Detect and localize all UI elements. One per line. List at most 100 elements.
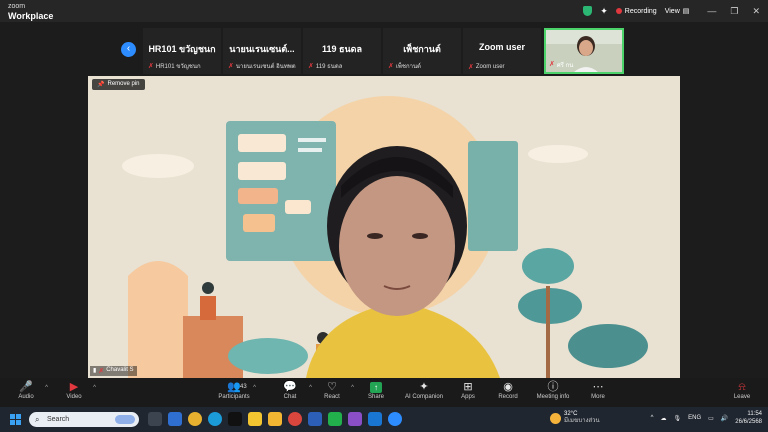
- clock-date: 26/6/2568: [735, 419, 762, 425]
- react-button[interactable]: ♡ React ^: [308, 380, 356, 400]
- participant-caption: Zoom user: [475, 64, 505, 70]
- recording-dot-icon: [615, 8, 622, 14]
- close-button[interactable]: ✕: [752, 6, 760, 17]
- leave-button[interactable]: ⍾ Leave: [718, 380, 766, 400]
- video-label: Video: [66, 394, 82, 400]
- meeting-toolbar: 🎤 Audio ^ ▶ Video ^ 👥 43 Participants ^ 💬 Chat ^ …: [0, 378, 768, 407]
- participant-display-name: นายนเรนเซนต์...: [229, 44, 295, 54]
- weather-temp: 32°C: [564, 411, 578, 417]
- app-blue-icon[interactable]: [368, 412, 382, 426]
- security-shield-icon[interactable]: [583, 6, 593, 16]
- record-label: Record: [498, 394, 518, 400]
- chevron-up-icon[interactable]: ^: [253, 385, 256, 391]
- apps-label: Apps: [461, 394, 475, 400]
- zoom-taskbar-icon[interactable]: [388, 412, 402, 426]
- audio-label: Audio: [18, 394, 34, 400]
- word-icon[interactable]: [308, 412, 322, 426]
- ai-sparkle-icon[interactable]: ✦: [600, 6, 608, 17]
- remove-pin-label: Remove pin: [107, 81, 140, 87]
- display-icon[interactable]: ▭: [708, 415, 714, 422]
- windows-taskbar: ⌕ Search 32°C มีเมฆบางส่วน ^ ☁ 🎙 ENG ▭ 🔊…: [0, 407, 768, 432]
- chevron-up-icon[interactable]: ^: [45, 385, 48, 391]
- mic-muted-icon: ✗: [98, 368, 105, 375]
- pin-icon: 📌: [97, 82, 105, 88]
- record-button[interactable]: ◉ Record: [484, 380, 532, 400]
- self-video-tile[interactable]: ✗ ศรี กน: [544, 28, 624, 74]
- mic-muted-icon: ✗: [468, 64, 474, 71]
- file-explorer-icon[interactable]: [268, 412, 282, 426]
- share-button[interactable]: ↑ Share: [352, 380, 400, 400]
- chrome-icon[interactable]: [188, 412, 202, 426]
- speaker-name-tag: ▮ ✗ Chavalit S: [90, 366, 137, 376]
- video-button[interactable]: ▶ Video ^: [50, 380, 98, 400]
- view-button[interactable]: View ▤: [664, 7, 690, 16]
- taskbar-search-box[interactable]: ⌕ Search: [29, 412, 139, 427]
- tiktok-icon[interactable]: [228, 412, 242, 426]
- participant-caption: HR101 ขวัญชนก: [155, 64, 201, 70]
- participant-display-name: HR101 ขวัญชนก: [148, 44, 216, 54]
- line-icon[interactable]: [328, 412, 342, 426]
- participant-tile[interactable]: เพ็ชกานต์ ✗ เพ็ชกานต์: [383, 28, 461, 74]
- partly-cloudy-icon: [550, 412, 561, 424]
- chevron-left-icon: ‹: [126, 43, 131, 54]
- mic-muted-icon: ✗: [388, 63, 394, 70]
- shared-background-illustration: [88, 76, 680, 378]
- view-label: View: [664, 7, 680, 15]
- participant-display-name: เพ็ชกานต์: [403, 44, 441, 54]
- recording-indicator[interactable]: Recording: [615, 7, 657, 15]
- leave-label: Leave: [733, 394, 751, 400]
- chat-button[interactable]: 💬 Chat ^: [266, 380, 314, 400]
- more-button[interactable]: ⋯ More: [574, 380, 622, 400]
- tray-overflow-icon[interactable]: ^: [651, 415, 654, 421]
- weather-widget[interactable]: 32°C มีเมฆบางส่วน: [550, 411, 600, 425]
- system-tray: ^ ☁ 🎙 ENG ▭ 🔊 11:54 26/6/2568: [651, 410, 762, 426]
- participant-caption: เพ็ชกานต์: [395, 64, 421, 70]
- ai-companion-button[interactable]: ✦ AI Companion: [398, 380, 450, 400]
- edge-icon[interactable]: [208, 412, 222, 426]
- mic-tray-icon[interactable]: 🎙: [674, 415, 682, 422]
- meeting-info-button[interactable]: ⓘ Meeting info: [528, 380, 578, 400]
- chat-icon: 💬: [283, 381, 297, 393]
- mic-muted-icon: ✗: [148, 63, 154, 70]
- taskbar-apps: [148, 412, 402, 426]
- main-video[interactable]: 📌 Remove pin ▮ ✗ Chavalit S: [88, 76, 680, 378]
- cloud-icon[interactable]: ☁: [661, 415, 667, 422]
- mic-off-icon: 🎤: [19, 381, 33, 393]
- participant-tile[interactable]: Zoom user ✗ Zoom user: [463, 28, 541, 74]
- participant-tile[interactable]: 119 ธนดล ✗ 119 ธนดล: [303, 28, 381, 74]
- title-bar: zoom Workplace ✦ Recording View ▤ — ❐ ✕: [0, 0, 768, 22]
- mic-muted-icon: ✗: [228, 63, 234, 70]
- mic-muted-icon: ✗: [308, 63, 314, 70]
- brand-bottom: Workplace: [8, 11, 54, 21]
- speaker-name: Chavalit S: [106, 367, 134, 373]
- remove-pin-button[interactable]: 📌 Remove pin: [92, 79, 145, 90]
- sticky-notes-icon[interactable]: [248, 412, 262, 426]
- more-dots-icon: ⋯: [592, 381, 604, 393]
- participants-button[interactable]: 👥 43 Participants ^: [210, 380, 258, 400]
- volume-icon[interactable]: 🔊: [721, 415, 728, 422]
- maximize-button[interactable]: ❐: [730, 6, 738, 17]
- audio-button[interactable]: 🎤 Audio ^: [2, 380, 50, 400]
- chrome-profile-icon[interactable]: [288, 412, 302, 426]
- windows-start-icon[interactable]: [10, 414, 21, 425]
- chevron-up-icon[interactable]: ^: [93, 385, 96, 391]
- strip-prev-button[interactable]: ‹: [121, 42, 136, 57]
- brand-top: zoom: [8, 3, 26, 10]
- view-grid-icon: ▤: [682, 8, 690, 15]
- weather-desc: มีเมฆบางส่วน: [564, 418, 600, 424]
- taskbar-clock[interactable]: 11:54 26/6/2568: [735, 410, 762, 426]
- task-view-icon[interactable]: [148, 412, 162, 426]
- minimize-button[interactable]: —: [707, 6, 716, 17]
- people-icon: 👥: [227, 381, 241, 393]
- participant-strip: HR101 ขวัญชนก ✗ HR101 ขวัญชนก นายนเรนเซนต…: [143, 28, 541, 74]
- mic-muted-icon: ✗: [549, 61, 555, 68]
- zoom-window: zoom Workplace ✦ Recording View ▤ — ❐ ✕ …: [0, 0, 768, 407]
- participant-tile[interactable]: HR101 ขวัญชนก ✗ HR101 ขวัญชนก: [143, 28, 221, 74]
- video-off-icon: ▶: [69, 381, 79, 393]
- app-purple-icon[interactable]: [348, 412, 362, 426]
- photos-icon[interactable]: [168, 412, 182, 426]
- recording-label: Recording: [624, 7, 657, 15]
- participant-tile[interactable]: นายนเรนเซนต์... ✗ นายนเรนเซนต์ อินทพต: [223, 28, 301, 74]
- language-indicator[interactable]: ENG: [688, 415, 701, 421]
- search-placeholder: Search: [47, 416, 70, 423]
